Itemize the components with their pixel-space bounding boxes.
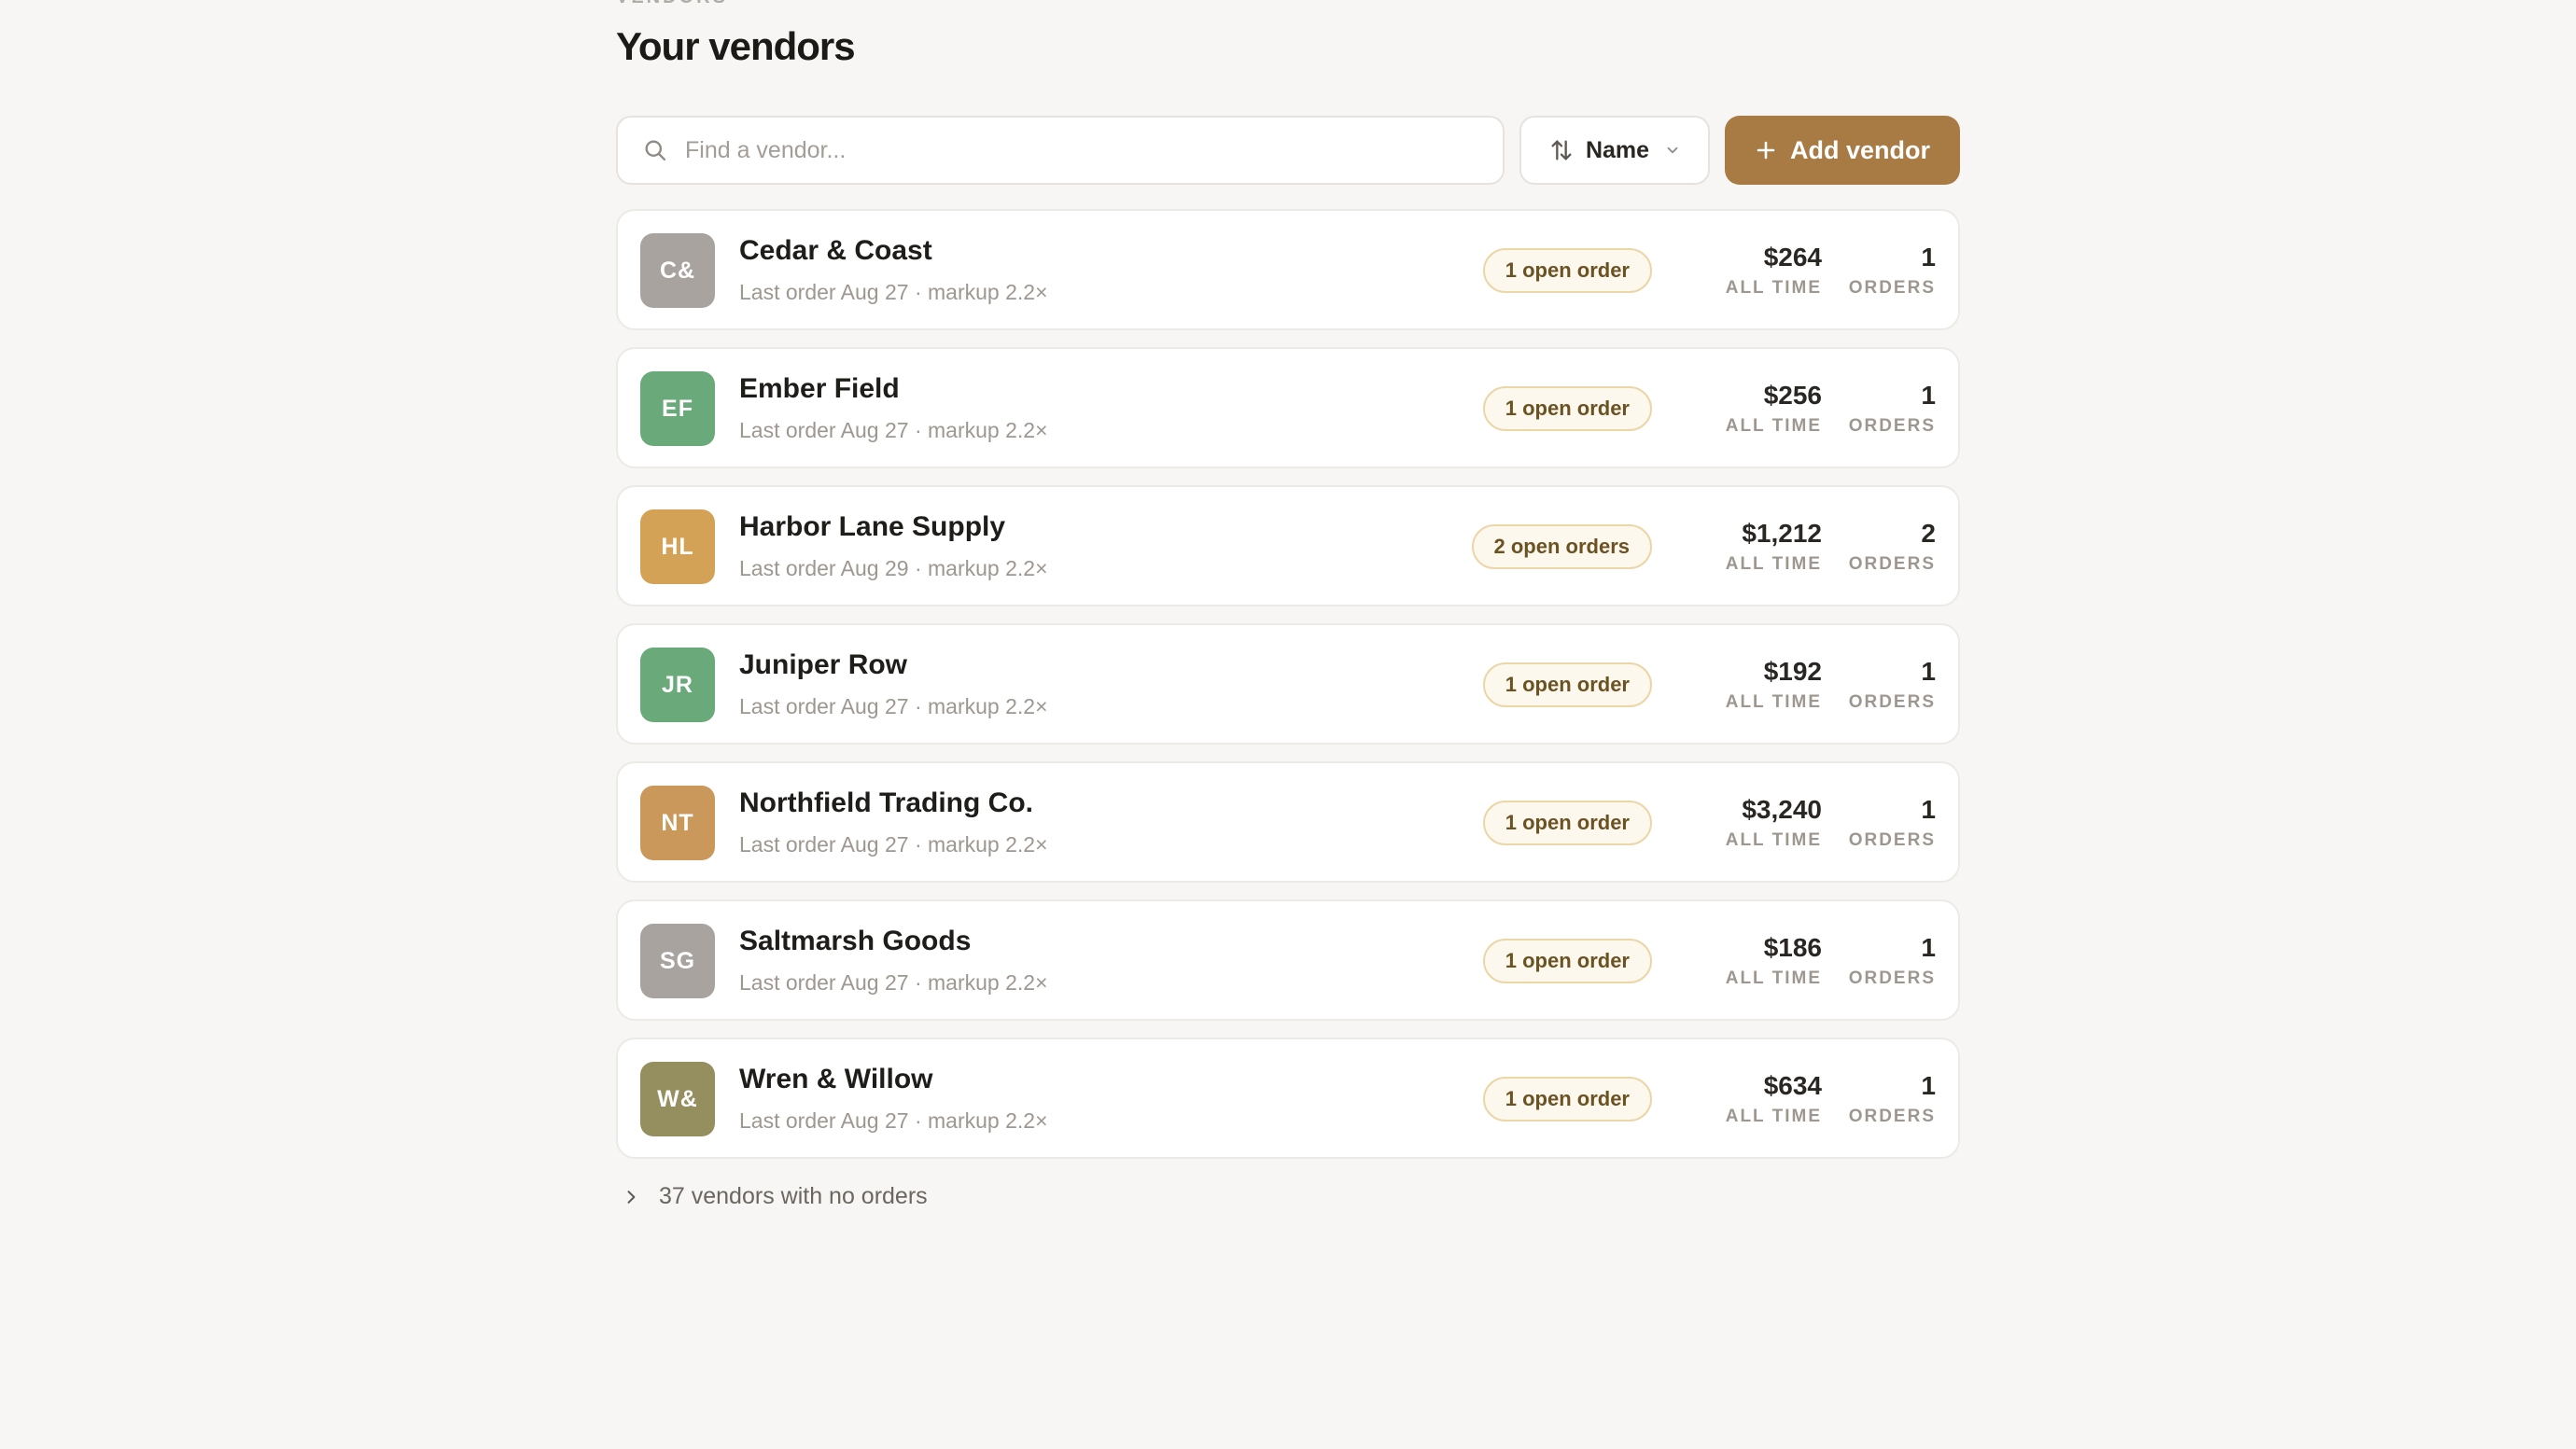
spent-stat: $186 ALL TIME bbox=[1726, 933, 1822, 989]
vendor-meta: Last order Aug 27 · markup 2.2× bbox=[739, 832, 1048, 857]
vendor-name: Juniper Row bbox=[739, 649, 908, 680]
search-box[interactable] bbox=[616, 116, 1505, 185]
orders-value: 1 bbox=[1921, 1071, 1936, 1100]
open-orders-badge[interactable]: 1 open order bbox=[1482, 1077, 1652, 1122]
vendor-name: Saltmarsh Goods bbox=[739, 926, 972, 956]
spent-label: ALL TIME bbox=[1725, 830, 1822, 850]
vendor-name: Wren & Willow bbox=[739, 1064, 933, 1094]
spent-stat: $634 ALL TIME bbox=[1726, 1071, 1822, 1127]
vendor-row[interactable]: SG Saltmarsh Goods Last order Aug 27 · m… bbox=[616, 899, 1960, 1021]
vendor-avatar: HL bbox=[640, 509, 715, 584]
vendor-row[interactable]: EF Ember Field Last order Aug 27 · marku… bbox=[616, 347, 1960, 468]
spent-value: $634 bbox=[1763, 1071, 1822, 1100]
orders-value: 2 bbox=[1921, 519, 1936, 548]
spent-value: $186 bbox=[1763, 933, 1822, 962]
spent-label: ALL TIME bbox=[1725, 1107, 1822, 1126]
vendor-name: Northfield Trading Co. bbox=[739, 787, 1033, 818]
add-vendor-button[interactable]: Add vendor bbox=[1725, 116, 1960, 185]
orders-label: ORDERS bbox=[1848, 968, 1936, 988]
plus-icon bbox=[1757, 141, 1775, 160]
orders-value: 1 bbox=[1921, 243, 1936, 272]
sort-label: Name bbox=[1585, 136, 1650, 163]
orders-label: ORDERS bbox=[1848, 830, 1936, 850]
vendor-row[interactable]: JR Juniper Row Last order Aug 27 · marku… bbox=[616, 623, 1960, 745]
orders-value: 1 bbox=[1921, 795, 1936, 824]
open-orders-badge[interactable]: 1 open order bbox=[1482, 248, 1652, 293]
orders-stat: 1 ORDERS bbox=[1849, 381, 1936, 437]
orders-stat: 1 ORDERS bbox=[1849, 933, 1936, 989]
chevron-right-icon bbox=[627, 1190, 636, 1204]
open-orders-badge[interactable]: 2 open orders bbox=[1471, 524, 1652, 569]
spent-stat: $264 ALL TIME bbox=[1726, 243, 1822, 299]
spent-label: ALL TIME bbox=[1725, 554, 1822, 574]
spent-value: $1,212 bbox=[1742, 519, 1822, 548]
orders-stat: 1 ORDERS bbox=[1849, 243, 1936, 299]
spent-label: ALL TIME bbox=[1725, 416, 1822, 436]
no-orders-label: 37 vendors with no orders bbox=[659, 1183, 928, 1209]
vendor-list: C& Cedar & Coast Last order Aug 27 · mar… bbox=[616, 209, 1960, 1176]
spent-stat: $256 ALL TIME bbox=[1726, 381, 1822, 437]
orders-stat: 1 ORDERS bbox=[1849, 795, 1936, 851]
orders-label: ORDERS bbox=[1848, 278, 1936, 298]
sort-button[interactable]: Name bbox=[1519, 116, 1710, 185]
open-orders-badge[interactable]: 1 open order bbox=[1482, 939, 1652, 983]
vendor-avatar: JR bbox=[640, 648, 715, 722]
spent-stat: $3,240 ALL TIME bbox=[1726, 795, 1822, 851]
spent-label: ALL TIME bbox=[1725, 278, 1822, 298]
orders-value: 1 bbox=[1921, 933, 1936, 962]
spent-value: $264 bbox=[1763, 243, 1822, 272]
search-input[interactable] bbox=[685, 118, 1503, 183]
spent-value: $3,240 bbox=[1742, 795, 1822, 824]
orders-stat: 1 ORDERS bbox=[1849, 1071, 1936, 1127]
vendor-name: Harbor Lane Supply bbox=[739, 511, 1006, 542]
orders-value: 1 bbox=[1921, 381, 1936, 410]
chevron-down-icon bbox=[1667, 146, 1678, 154]
orders-label: ORDERS bbox=[1848, 416, 1936, 436]
spent-label: ALL TIME bbox=[1725, 968, 1822, 988]
no-orders-toggle[interactable]: 37 vendors with no orders bbox=[616, 1183, 928, 1210]
open-orders-badge[interactable]: 1 open order bbox=[1482, 662, 1652, 707]
spent-value: $192 bbox=[1763, 657, 1822, 686]
vendor-avatar: EF bbox=[640, 371, 715, 446]
vendor-meta: Last order Aug 27 · markup 2.2× bbox=[739, 1108, 1048, 1133]
open-orders-badge[interactable]: 1 open order bbox=[1482, 801, 1652, 845]
orders-label: ORDERS bbox=[1848, 1107, 1936, 1126]
orders-value: 1 bbox=[1921, 657, 1936, 686]
vendor-avatar: C& bbox=[640, 233, 715, 308]
vendor-row[interactable]: HL Harbor Lane Supply Last order Aug 29 … bbox=[616, 485, 1960, 606]
orders-label: ORDERS bbox=[1848, 554, 1936, 574]
toolbar: Name Add vendor bbox=[616, 116, 1960, 185]
page-title: Your vendors bbox=[616, 24, 856, 68]
open-orders-badge[interactable]: 1 open order bbox=[1482, 386, 1652, 431]
spent-stat: $1,212 ALL TIME bbox=[1726, 519, 1822, 575]
vendor-avatar: W& bbox=[640, 1062, 715, 1136]
orders-stat: 2 ORDERS bbox=[1849, 519, 1936, 575]
vendor-meta: Last order Aug 27 · markup 2.2× bbox=[739, 694, 1048, 718]
section-eyebrow: VENDORS bbox=[616, 0, 728, 8]
spent-stat: $192 ALL TIME bbox=[1726, 657, 1822, 713]
vendor-avatar: SG bbox=[640, 924, 715, 998]
sort-icon bbox=[1551, 140, 1572, 160]
vendor-row[interactable]: C& Cedar & Coast Last order Aug 27 · mar… bbox=[616, 209, 1960, 330]
vendor-row[interactable]: NT Northfield Trading Co. Last order Aug… bbox=[616, 761, 1960, 883]
spent-label: ALL TIME bbox=[1725, 692, 1822, 712]
vendor-meta: Last order Aug 27 · markup 2.2× bbox=[739, 280, 1048, 304]
vendor-name: Cedar & Coast bbox=[739, 235, 932, 266]
add-vendor-label: Add vendor bbox=[1789, 135, 1930, 164]
vendor-meta: Last order Aug 27 · markup 2.2× bbox=[739, 970, 1048, 995]
spent-value: $256 bbox=[1763, 381, 1822, 410]
vendor-meta: Last order Aug 27 · markup 2.2× bbox=[739, 418, 1048, 442]
orders-stat: 1 ORDERS bbox=[1849, 657, 1936, 713]
vendor-row[interactable]: W& Wren & Willow Last order Aug 27 · mar… bbox=[616, 1038, 1960, 1159]
vendor-name: Ember Field bbox=[739, 373, 900, 404]
vendor-avatar: NT bbox=[640, 786, 715, 860]
search-icon bbox=[645, 140, 666, 161]
orders-label: ORDERS bbox=[1848, 692, 1936, 712]
vendor-meta: Last order Aug 29 · markup 2.2× bbox=[739, 556, 1048, 580]
